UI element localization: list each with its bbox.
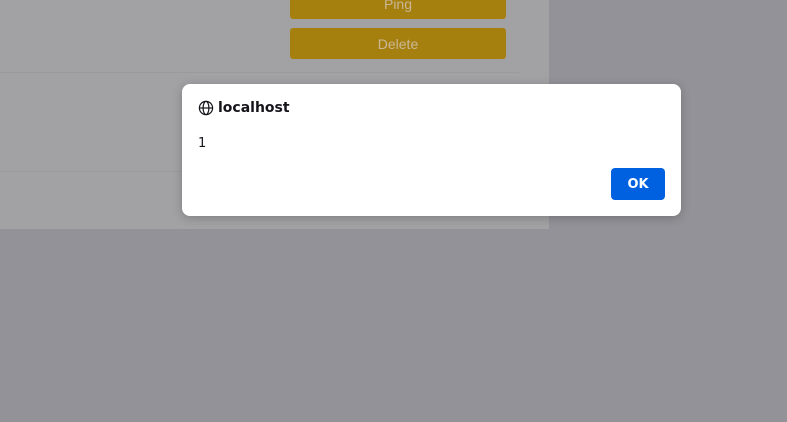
dialog-header: localhost <box>198 100 290 116</box>
ping-button[interactable]: Ping <box>290 0 506 19</box>
dialog-message: 1 <box>198 136 207 151</box>
alert-dialog: localhost 1 OK <box>182 84 681 216</box>
globe-icon <box>198 100 214 116</box>
browser-viewport: Ping Delete localhost 1 OK <box>0 0 787 422</box>
delete-button[interactable]: Delete <box>290 28 506 59</box>
row-divider <box>0 72 519 73</box>
dialog-title: localhost <box>218 100 290 116</box>
ok-button[interactable]: OK <box>611 168 665 200</box>
